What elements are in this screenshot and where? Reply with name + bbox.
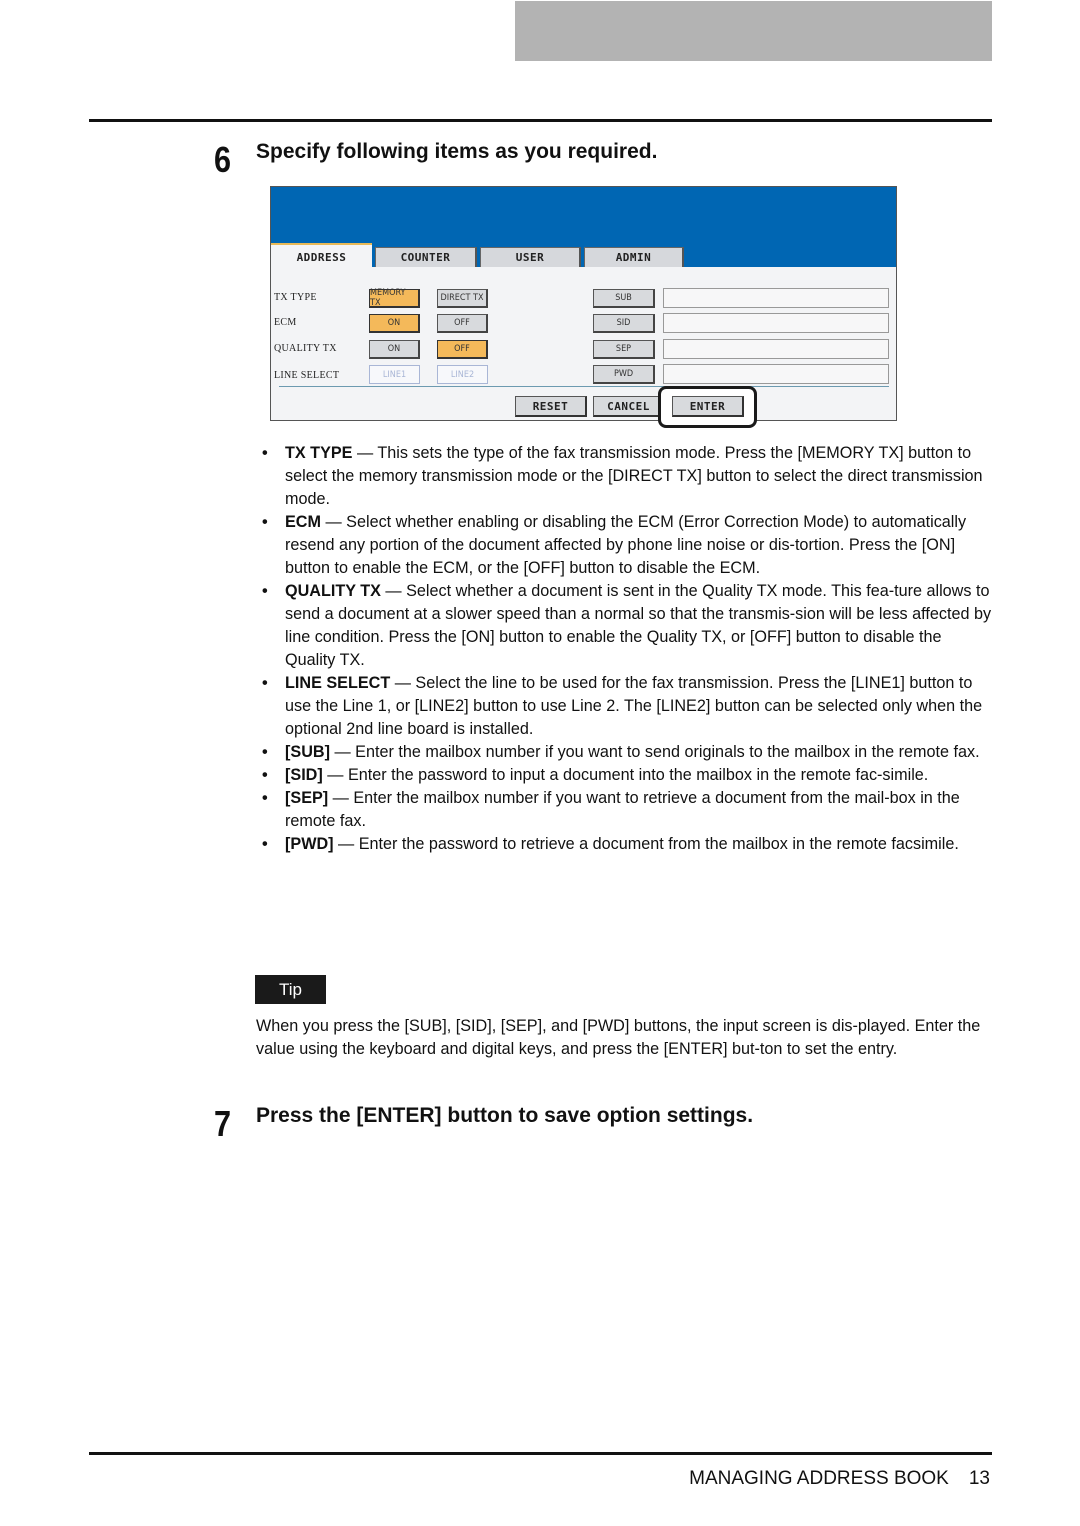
- tab-address[interactable]: ADDRESS: [271, 243, 372, 269]
- bullet-text: — Enter the password to input a document…: [322, 766, 929, 784]
- quality-tx-on-button[interactable]: ON: [369, 340, 420, 359]
- reset-button[interactable]: RESET: [515, 396, 587, 417]
- bullet-term: LINE SELECT: [285, 674, 391, 692]
- page-footer: MANAGING ADDRESS BOOK 13: [689, 1468, 990, 1490]
- tab-admin[interactable]: ADMIN: [584, 247, 684, 267]
- bullet-term: TX TYPE: [285, 444, 353, 462]
- list-item: ECM — Select whether enabling or disabli…: [262, 511, 992, 580]
- list-item: [PWD] — Enter the password to retrieve a…: [262, 833, 992, 856]
- bullet-term: [PWD]: [285, 835, 334, 853]
- sid-field[interactable]: [663, 313, 889, 333]
- bullet-term: QUALITY TX: [285, 582, 381, 600]
- sid-button[interactable]: SID: [593, 314, 655, 333]
- bullet-text: — Select whether enabling or disabling t…: [285, 513, 967, 577]
- footer-section-title: MANAGING ADDRESS BOOK: [689, 1468, 949, 1489]
- page-number: 13: [968, 1468, 990, 1489]
- label-quality-tx: QUALITY TX: [274, 343, 337, 354]
- list-item: [SUB] — Enter the mailbox number if you …: [262, 741, 992, 764]
- bullet-term: [SUB]: [285, 743, 330, 761]
- bullet-term: [SID]: [285, 766, 323, 784]
- ecm-off-button[interactable]: OFF: [437, 314, 488, 333]
- sub-field[interactable]: [663, 288, 889, 308]
- address-book-option-panel: ADDRESS COUNTER USER ADMIN TX TYPE ECM Q…: [270, 186, 897, 428]
- list-item: [SEP] — Enter the mailbox number if you …: [262, 787, 992, 833]
- bullet-term: ECM: [285, 513, 321, 531]
- bullet-text: — Select the line to be used for the fax…: [285, 674, 983, 738]
- enter-button[interactable]: ENTER: [672, 396, 744, 417]
- direct-tx-button[interactable]: DIRECT TX: [437, 289, 488, 308]
- bullet-text: — This sets the type of the fax transmis…: [285, 444, 983, 508]
- line2-button[interactable]: LINE2: [437, 365, 488, 384]
- tab-user[interactable]: USER: [480, 247, 581, 267]
- tip-text: When you press the [SUB], [SID], [SEP], …: [256, 1017, 981, 1058]
- tab-counter[interactable]: COUNTER: [375, 247, 477, 267]
- bullet-text: — Select whether a document is sent in t…: [285, 582, 992, 669]
- list-item: [SID] — Enter the password to input a do…: [262, 764, 992, 787]
- quality-tx-off-button[interactable]: OFF: [437, 340, 488, 359]
- list-item: QUALITY TX — Select whether a document i…: [262, 580, 992, 672]
- list-item: LINE SELECT — Select the line to be used…: [262, 672, 992, 741]
- bottom-divider: [89, 1452, 992, 1455]
- sep-field[interactable]: [663, 339, 889, 359]
- memory-tx-button[interactable]: MEMORY TX: [369, 288, 420, 308]
- option-descriptions: TX TYPE — This sets the type of the fax …: [262, 442, 992, 856]
- bullet-text: — Enter the password to retrieve a docum…: [333, 835, 959, 853]
- tip-badge: Tip: [255, 975, 326, 1004]
- list-item: TX TYPE — This sets the type of the fax …: [262, 442, 992, 511]
- bullet-text: — Enter the mailbox number if you want t…: [329, 743, 980, 761]
- label-tx-type: TX TYPE: [274, 292, 317, 303]
- step-number: 7: [214, 1103, 232, 1144]
- pwd-field[interactable]: [663, 364, 889, 384]
- pwd-button[interactable]: PWD: [593, 365, 655, 384]
- cancel-button[interactable]: CANCEL: [593, 396, 665, 417]
- label-line-select: LINE SELECT: [274, 370, 340, 381]
- header-gray-block: [515, 1, 992, 61]
- bullet-text: — Enter the mailbox number if you want t…: [285, 789, 960, 830]
- bullet-term: [SEP]: [285, 789, 329, 807]
- step-title: Specify following items as you required.: [256, 140, 658, 163]
- sub-button[interactable]: SUB: [593, 289, 655, 308]
- line1-button[interactable]: LINE1: [369, 365, 420, 384]
- label-ecm: ECM: [274, 317, 297, 328]
- ecm-on-button[interactable]: ON: [369, 314, 420, 333]
- panel-divider: [279, 386, 889, 387]
- top-divider: [89, 119, 992, 122]
- step-title: Press the [ENTER] button to save option …: [256, 1104, 754, 1127]
- step-number: 6: [214, 139, 232, 180]
- sep-button[interactable]: SEP: [593, 340, 655, 359]
